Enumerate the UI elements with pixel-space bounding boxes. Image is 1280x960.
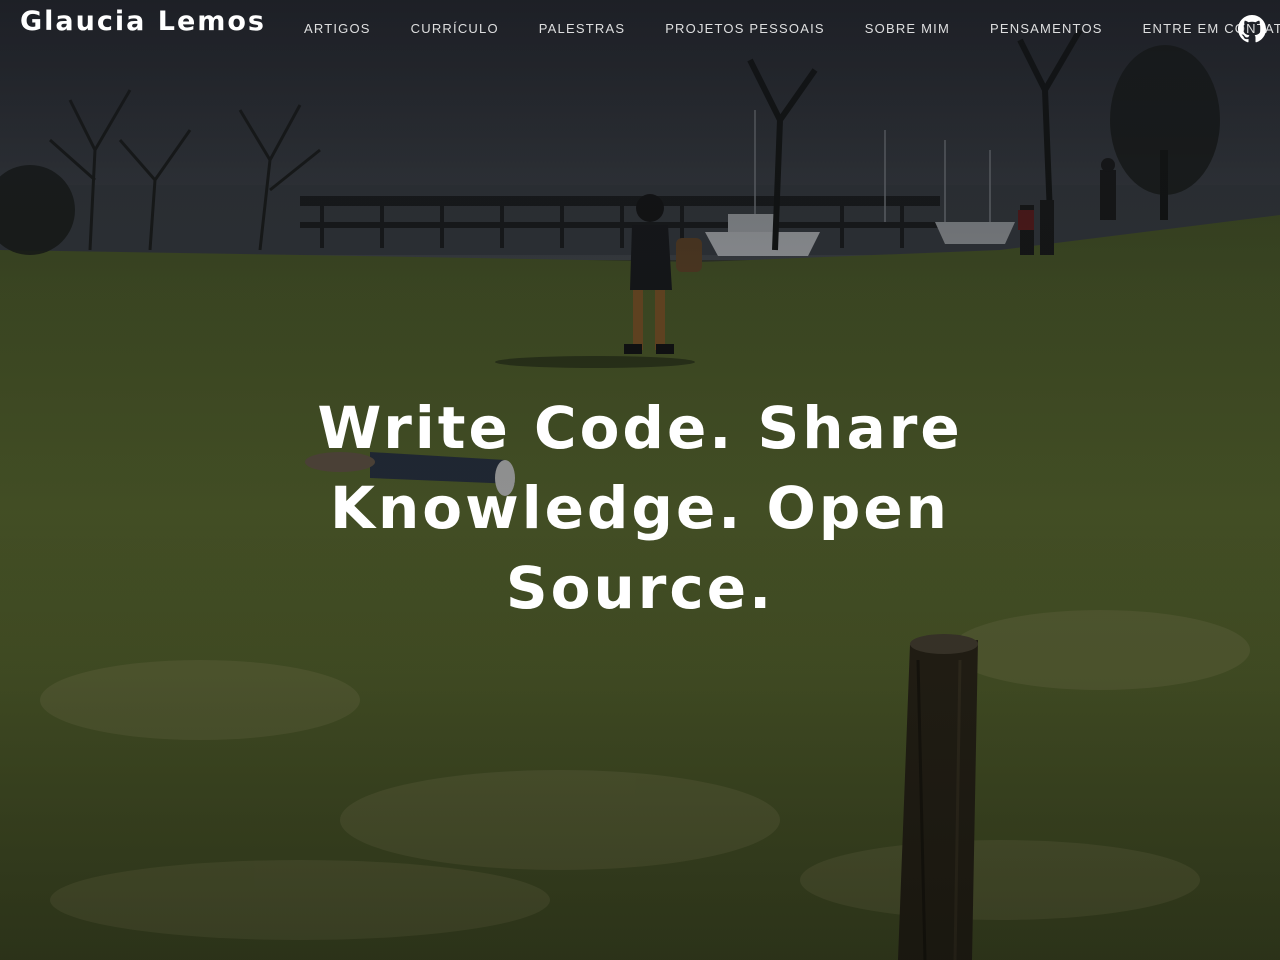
nav-menu: ARTIGOS CURRÍCULO PALESTRAS PROJETOS PES… xyxy=(284,20,1280,38)
nav-item-artigos[interactable]: ARTIGOS xyxy=(284,20,391,38)
nav-item-curriculo[interactable]: CURRÍCULO xyxy=(391,20,519,38)
top-navbar: Glaucia Lemos ARTIGOS CURRÍCULO PALESTRA… xyxy=(0,0,1280,56)
nav-item-pensamentos[interactable]: PENSAMENTOS xyxy=(970,20,1123,38)
brand-logo-text[interactable]: Glaucia Lemos xyxy=(20,6,266,37)
hero-headline: Write Code. Share Knowledge. Open Source… xyxy=(317,394,963,622)
nav-item-sobre-mim[interactable]: SOBRE MIM xyxy=(845,20,970,38)
nav-item-palestras[interactable]: PALESTRAS xyxy=(519,20,645,38)
github-icon[interactable] xyxy=(1238,15,1266,43)
nav-item-projetos-pessoais[interactable]: PROJETOS PESSOAIS xyxy=(645,20,845,38)
